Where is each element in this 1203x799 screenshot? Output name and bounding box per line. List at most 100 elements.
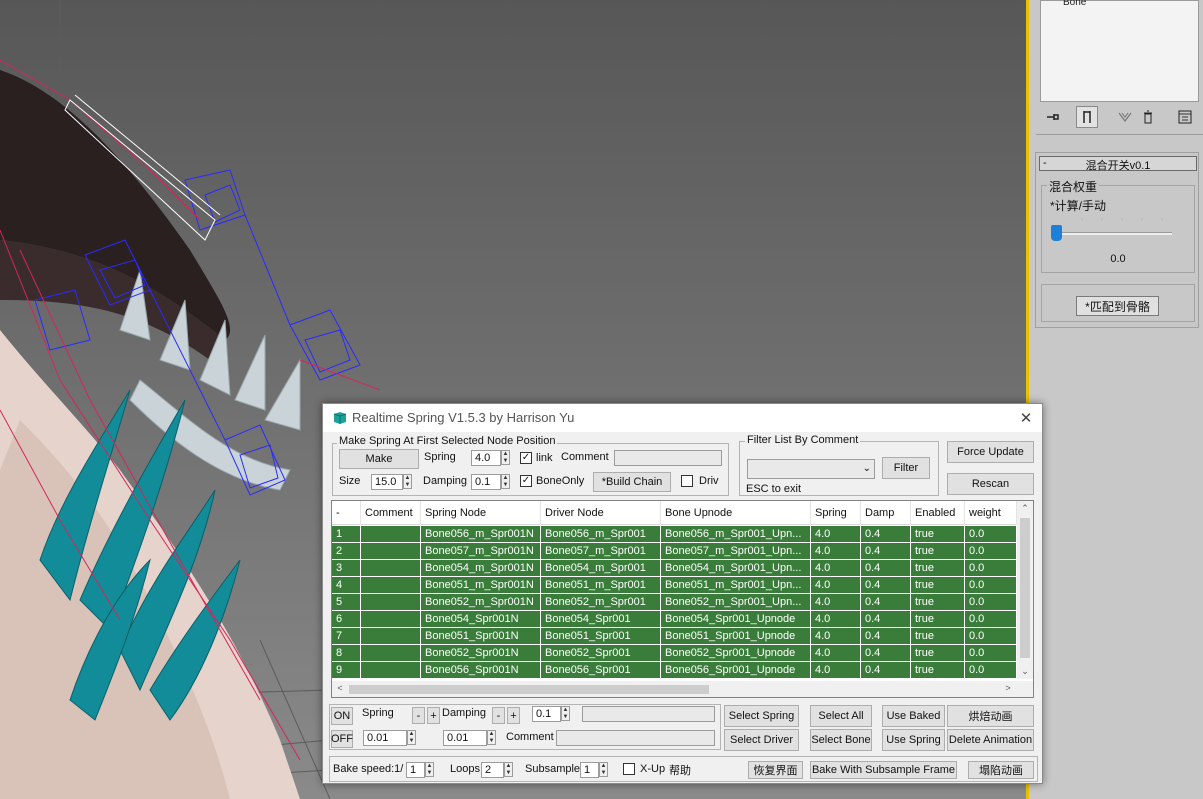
table-cell[interactable]: 0.4 [861, 645, 911, 662]
table-row[interactable]: 9 Bone056_Spr001N Bone056_Spr001 Bone056_Sp… [332, 662, 1017, 679]
pin-stack-icon[interactable] [1042, 106, 1064, 128]
table-cell[interactable]: 4.0 [811, 560, 861, 577]
table-cell[interactable]: Bone056_m_Spr001 [541, 526, 661, 543]
table-cell[interactable]: Bone051_Spr001N [421, 628, 541, 645]
rollout-header[interactable]: - 混合开关v0.1 [1039, 156, 1197, 172]
table-cell[interactable]: 0.0 [965, 662, 1017, 679]
table-cell[interactable] [361, 611, 421, 628]
table-cell[interactable]: 4.0 [811, 543, 861, 560]
table-cell[interactable]: 0.0 [965, 628, 1017, 645]
table-cell[interactable]: 0.0 [965, 645, 1017, 662]
table-cell[interactable]: true [911, 594, 965, 611]
column-header[interactable]: Enabled [911, 501, 965, 525]
show-end-result-icon[interactable] [1076, 106, 1098, 128]
comment-filter-dropdown[interactable]: ⌄ [747, 459, 875, 479]
size-spinner[interactable]: ▲ ▼ [403, 474, 412, 489]
damping-spinner[interactable]: ▲ ▼ [501, 474, 510, 489]
table-row[interactable]: 1 Bone056_m_Spr001N Bone056_m_Spr001 Bone05… [332, 526, 1017, 543]
table-cell[interactable]: Bone051_m_Spr001 [541, 577, 661, 594]
table-cell[interactable] [361, 543, 421, 560]
table-cell[interactable]: Bone052_m_Spr001_Upn... [661, 594, 811, 611]
spring-spinner[interactable]: ▲ ▼ [501, 450, 510, 465]
table-cell[interactable]: 4.0 [811, 577, 861, 594]
table-cell[interactable]: 1 [332, 526, 361, 543]
bake-speed-spinner[interactable]: ▲ ▼ [425, 762, 434, 777]
table-cell[interactable]: 2 [332, 543, 361, 560]
table-cell[interactable]: Bone054_m_Spr001 [541, 560, 661, 577]
table-cell[interactable]: Bone057_m_Spr001N [421, 543, 541, 560]
spring-decrease-button[interactable]: - [412, 707, 425, 724]
weight-step-field[interactable]: 0.1 [532, 706, 561, 722]
scroll-left-icon[interactable]: < [333, 683, 347, 693]
match-to-bone-button[interactable]: *匹配到骨骼 [1076, 296, 1159, 316]
weight-field[interactable] [582, 706, 715, 722]
table-cell[interactable]: true [911, 560, 965, 577]
table-cell[interactable]: 4.0 [811, 662, 861, 679]
table-cell[interactable]: Bone052_m_Spr001N [421, 594, 541, 611]
table-cell[interactable]: Bone056_Spr001_Upnode [661, 662, 811, 679]
select-bone-button[interactable]: Select Bone [810, 729, 872, 751]
damping-field[interactable]: 0.1 [471, 474, 501, 490]
table-cell[interactable]: 0.4 [861, 611, 911, 628]
link-checkbox[interactable]: ✓ [520, 452, 532, 464]
x-up-checkbox[interactable] [623, 763, 635, 775]
table-cell[interactable]: 0.0 [965, 611, 1017, 628]
bake-speed-field[interactable]: 1 [406, 762, 425, 778]
table-cell[interactable] [361, 594, 421, 611]
table-cell[interactable]: 4.0 [811, 645, 861, 662]
use-spring-button[interactable]: Use Spring [882, 729, 945, 751]
table-cell[interactable]: Bone054_m_Spr001_Upn... [661, 560, 811, 577]
scroll-right-icon[interactable]: > [1001, 683, 1015, 693]
help-link[interactable]: 帮助 [669, 762, 691, 778]
table-cell[interactable]: Bone052_Spr001 [541, 645, 661, 662]
column-header[interactable]: Comment [361, 501, 421, 525]
table-cell[interactable]: true [911, 577, 965, 594]
select-spring-button[interactable]: Select Spring [724, 705, 799, 727]
table-cell[interactable] [361, 577, 421, 594]
horizontal-scroll-thumb[interactable] [349, 685, 709, 694]
driv-checkbox[interactable] [681, 475, 693, 487]
table-cell[interactable]: 0.4 [861, 543, 911, 560]
use-baked-button[interactable]: Use Baked [882, 705, 945, 727]
blend-weight-slider-thumb[interactable] [1051, 225, 1062, 241]
table-cell[interactable] [361, 645, 421, 662]
table-cell[interactable]: Bone052_Spr001N [421, 645, 541, 662]
column-header[interactable]: Spring [811, 501, 861, 525]
table-row[interactable]: 8 Bone052_Spr001N Bone052_Spr001 Bone052_Sp… [332, 645, 1017, 662]
collapse-animation-button[interactable]: 塌陷动画 [968, 761, 1034, 779]
table-cell[interactable]: 8 [332, 645, 361, 662]
table-cell[interactable]: 3 [332, 560, 361, 577]
bake-with-subsample-button[interactable]: Bake With Subsample Frame [810, 761, 957, 779]
column-header[interactable]: Spring Node [421, 501, 541, 525]
table-cell[interactable]: Bone056_Spr001N [421, 662, 541, 679]
table-cell[interactable]: 0.4 [861, 577, 911, 594]
table-cell[interactable]: 0.0 [965, 560, 1017, 577]
table-cell[interactable] [361, 662, 421, 679]
table-cell[interactable]: 7 [332, 628, 361, 645]
table-cell[interactable]: 4.0 [811, 611, 861, 628]
close-button[interactable]: ✕ [1013, 406, 1039, 430]
column-header[interactable]: - [332, 501, 361, 525]
remove-modifier-icon[interactable] [1137, 106, 1159, 128]
table-cell[interactable]: 4.0 [811, 628, 861, 645]
table-row[interactable]: 4 Bone051_m_Spr001N Bone051_m_Spr001 Bone05… [332, 577, 1017, 594]
column-header[interactable]: Damp [861, 501, 911, 525]
modifier-stack-list[interactable]: Bone [1040, 0, 1199, 102]
table-cell[interactable]: Bone057_m_Spr001 [541, 543, 661, 560]
bake-animation-button[interactable]: 烘焙动画 [947, 705, 1034, 727]
table-cell[interactable] [361, 526, 421, 543]
table-row[interactable]: 7 Bone051_Spr001N Bone051_Spr001 Bone051_Sp… [332, 628, 1017, 645]
table-cell[interactable]: true [911, 526, 965, 543]
column-header[interactable]: Driver Node [541, 501, 661, 525]
table-cell[interactable]: 0.4 [861, 594, 911, 611]
table-cell[interactable]: 0.0 [965, 577, 1017, 594]
table-cell[interactable]: Bone051_Spr001 [541, 628, 661, 645]
spring-field[interactable]: 4.0 [471, 450, 501, 466]
table-cell[interactable]: 0.4 [861, 662, 911, 679]
delete-animation-button[interactable]: Delete Animation [947, 729, 1034, 751]
table-cell[interactable]: Bone052_Spr001_Upnode [661, 645, 811, 662]
spring-step-spinner[interactable]: ▲ ▼ [407, 730, 416, 745]
off-button[interactable]: OFF [331, 730, 353, 748]
table-cell[interactable] [361, 628, 421, 645]
loops-field[interactable]: 2 [481, 762, 504, 778]
